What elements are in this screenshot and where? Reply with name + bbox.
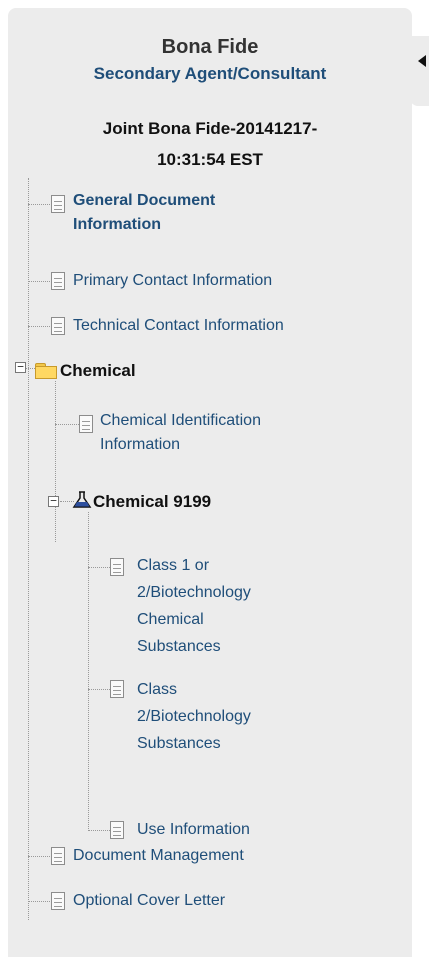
tree-line-chemical-9199 bbox=[88, 512, 89, 831]
tree-branch bbox=[28, 281, 50, 282]
collapse-panel-tab[interactable] bbox=[410, 36, 429, 106]
tree-branch bbox=[88, 567, 110, 568]
folder-icon bbox=[35, 363, 57, 379]
document-icon bbox=[51, 847, 65, 865]
tree-item-chemical-identification-information[interactable]: Chemical Identification Information bbox=[100, 409, 261, 457]
collapse-chemical-toggle[interactable]: − bbox=[15, 361, 26, 373]
document-name: Joint Bona Fide-20141217- bbox=[102, 119, 318, 138]
flask-icon bbox=[72, 491, 92, 508]
tree-item-use-information[interactable]: Use Information bbox=[137, 818, 250, 842]
document-icon bbox=[51, 892, 65, 910]
tree-branch bbox=[55, 424, 79, 425]
tree-line-root bbox=[28, 178, 29, 920]
tree-branch bbox=[28, 901, 50, 902]
tree-item-primary-contact-information[interactable]: Primary Contact Information bbox=[73, 269, 272, 293]
document-icon bbox=[51, 195, 65, 213]
form-subtitle: Secondary Agent/Consultant bbox=[93, 64, 327, 83]
document-icon bbox=[79, 415, 93, 433]
document-icon bbox=[110, 558, 124, 576]
tree-item-general-document-information[interactable]: General Document Information bbox=[73, 189, 215, 237]
tree-item-chemical[interactable]: Chemical bbox=[60, 359, 136, 383]
tree-branch bbox=[26, 368, 35, 369]
tree-item-class-2-biotechnology-substances[interactable]: Class 2/Biotechnology Substances bbox=[137, 676, 251, 757]
tree-item-optional-cover-letter[interactable]: Optional Cover Letter bbox=[73, 889, 225, 913]
tree-item-class-1-or-2-biotechnology-chemical-substances[interactable]: Class 1 or 2/Biotechnology Chemical Subs… bbox=[137, 552, 251, 660]
tree-item-technical-contact-information[interactable]: Technical Contact Information bbox=[73, 314, 284, 338]
tree-branch bbox=[28, 856, 50, 857]
tree-branch bbox=[88, 830, 110, 831]
document-icon bbox=[51, 317, 65, 335]
document-icon bbox=[110, 821, 124, 839]
tree-item-chemical-9199[interactable]: Chemical 9199 bbox=[93, 490, 211, 514]
tree-branch bbox=[28, 326, 50, 327]
document-timestamp: 10:31:54 EST bbox=[157, 150, 263, 169]
tree-item-document-management[interactable]: Document Management bbox=[73, 844, 244, 868]
tree-branch bbox=[28, 204, 50, 205]
document-icon bbox=[110, 680, 124, 698]
tree-branch bbox=[88, 689, 110, 690]
collapse-chemical-9199-toggle[interactable]: − bbox=[48, 495, 59, 507]
collapse-arrow-icon[interactable] bbox=[418, 55, 426, 67]
tree-line-chemical bbox=[55, 381, 56, 542]
form-title: Bona Fide bbox=[161, 36, 259, 58]
document-icon bbox=[51, 272, 65, 290]
